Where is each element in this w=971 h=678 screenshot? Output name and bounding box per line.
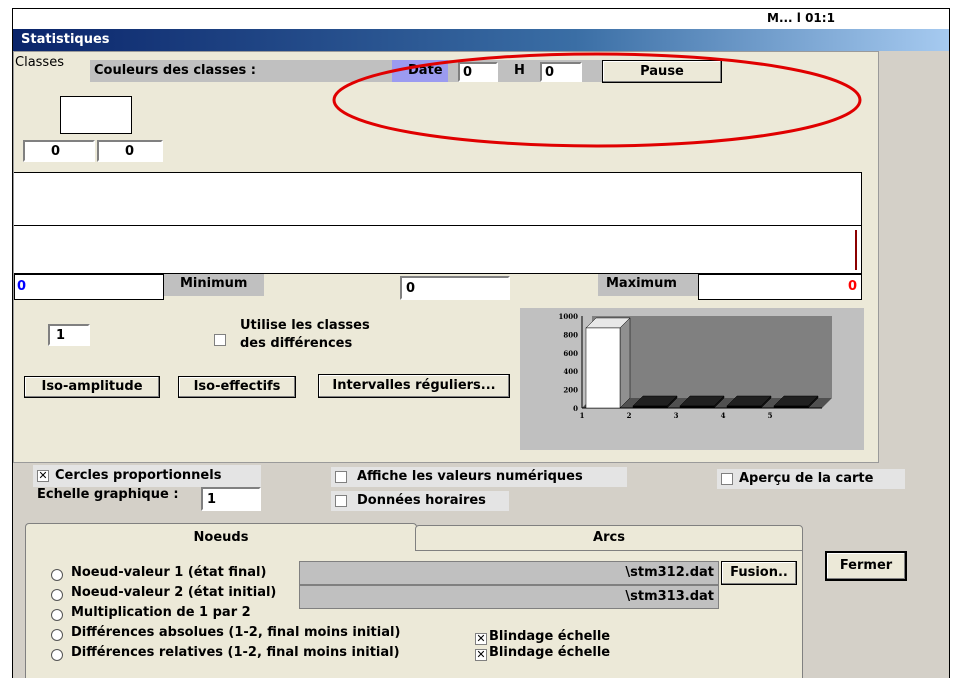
file2-field[interactable]: \stm313.dat (299, 585, 719, 609)
blindage-label-1: Blindage échelle (489, 629, 611, 644)
chart-bar (679, 405, 715, 409)
highlight-ellipse (332, 52, 862, 148)
chart-y-tick-label: 0 (573, 404, 578, 413)
radio-label-2: Noeud-valeur 2 (état initial) (71, 585, 277, 600)
radio-differences-absolues[interactable] (51, 629, 63, 641)
affiche-valeurs-checkbox[interactable] (335, 471, 347, 483)
chart-x-tick-label: 5 (768, 411, 773, 420)
chart-y-tick-label: 800 (563, 330, 578, 339)
chart-y-tick-label: 600 (563, 349, 578, 358)
apercu-checkbox[interactable] (721, 473, 733, 485)
background-app-strip: M... l 01:1 (13, 9, 949, 29)
couleurs-label: Couleurs des classes : (94, 63, 257, 78)
class-count-input[interactable]: 1 (48, 324, 90, 346)
checkbox-check-icon: ✕ (38, 469, 48, 482)
chart-bar-side (619, 317, 631, 409)
blindage-checkbox-2[interactable]: ✕ (475, 649, 487, 661)
chart-x-tick-label: 3 (674, 411, 679, 420)
echelle-label: Echelle graphique : (37, 487, 179, 502)
blindage-label-2: Blindage échelle (489, 645, 611, 660)
class-field-a[interactable]: 0 (23, 140, 95, 162)
class-bar-lower (14, 226, 862, 274)
tab-noeuds[interactable]: Noeuds (25, 523, 417, 553)
cercles-row: ✕ Cercles proportionnels (33, 465, 261, 487)
blindage-checkbox-1[interactable]: ✕ (475, 633, 487, 645)
chart-x-tick-label: 1 (580, 411, 585, 420)
intervalles-reguliers-button[interactable]: Intervalles réguliers... (318, 374, 510, 398)
cercles-label: Cercles proportionnels (55, 468, 222, 483)
radio-noeud-valeur-2[interactable] (51, 589, 63, 601)
min-left-field[interactable]: 0 (14, 274, 164, 300)
radio-label-4: Différences absolues (1-2, final moins i… (71, 625, 401, 640)
affiche-valeurs-label: Affiche les valeurs numériques (357, 469, 583, 484)
minimum-label: Minimum (180, 276, 248, 291)
radio-differences-relatives[interactable] (51, 649, 63, 661)
echelle-input[interactable]: 1 (201, 487, 261, 511)
max-value-field[interactable]: 0 (698, 274, 862, 300)
chart-x-tick-label: 4 (721, 411, 726, 420)
chart-x-tick-label: 2 (627, 411, 632, 420)
cercles-checkbox[interactable]: ✕ (37, 470, 49, 482)
checkbox-check-icon: ✕ (476, 648, 486, 661)
class-color-swatch[interactable] (60, 96, 132, 134)
radio-noeud-valeur-1[interactable] (51, 569, 63, 581)
window-title: Statistiques (21, 32, 110, 47)
fusion-button[interactable]: Fusion.. (721, 561, 797, 585)
couleurs-label-box: Couleurs des classes : (90, 60, 340, 82)
maximum-label-box: Maximum (598, 274, 698, 296)
background-app-text: M... l 01:1 (767, 11, 835, 25)
donnees-horaires-checkbox[interactable] (335, 495, 347, 507)
file1-field[interactable]: \stm312.dat (299, 561, 719, 585)
maximum-label: Maximum (606, 276, 677, 291)
radio-label-5: Différences relatives (1-2, final moins … (71, 645, 400, 660)
use-diff-classes-label-2: des différences (240, 336, 353, 351)
tab-arcs[interactable]: Arcs (415, 525, 803, 551)
fermer-button[interactable]: Fermer (825, 551, 907, 581)
radio-multiplication[interactable] (51, 609, 63, 621)
class-field-b[interactable]: 0 (97, 140, 163, 162)
histogram-chart: 0 200 400 600 800 1000 1 2 3 4 5 (520, 308, 864, 450)
class-bar-marker (855, 230, 857, 270)
chart-y-tick-label: 1000 (559, 312, 579, 321)
iso-effectifs-button[interactable]: Iso-effectifs (178, 376, 296, 398)
donnees-horaires-label: Données horaires (357, 493, 486, 508)
apercu-row: Aperçu de la carte (717, 469, 905, 489)
affiche-row: Affiche les valeurs numériques (331, 467, 627, 487)
chart-bar (632, 405, 668, 409)
use-diff-classes-label-1: Utilise les classes (240, 318, 370, 333)
center-value-field[interactable]: 0 (400, 276, 510, 300)
chart-y-tick-label: 200 (563, 386, 578, 395)
use-diff-classes-checkbox[interactable] (214, 334, 226, 346)
classes-label: Classes (15, 55, 64, 70)
right-panel (879, 51, 949, 678)
radio-label-3: Multiplication de 1 par 2 (71, 605, 251, 620)
checkbox-check-icon: ✕ (476, 632, 486, 645)
iso-amplitude-button[interactable]: Iso-amplitude (24, 376, 160, 398)
class-bar-upper (14, 172, 862, 226)
donnees-row: Données horaires (331, 491, 509, 511)
radio-label-1: Noeud-valeur 1 (état final) (71, 565, 267, 580)
chart-bar (585, 327, 621, 409)
minimum-label-box: Minimum (164, 274, 264, 296)
chart-y-tick-label: 400 (563, 367, 578, 376)
chart-bar (773, 405, 809, 409)
histogram-svg: 0 200 400 600 800 1000 1 2 3 4 5 (559, 312, 832, 420)
chart-bar (726, 405, 762, 409)
apercu-label: Aperçu de la carte (739, 471, 874, 486)
